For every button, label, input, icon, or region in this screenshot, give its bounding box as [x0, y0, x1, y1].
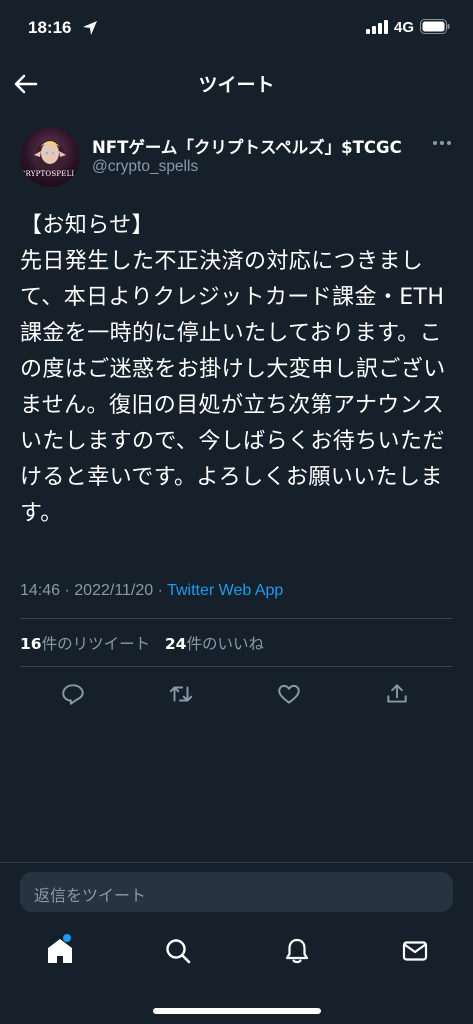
- cellular-signal-icon: [366, 20, 388, 34]
- avatar-character-icon: [34, 140, 66, 171]
- tab-home[interactable]: [45, 936, 75, 966]
- retweet-count-label: 件のリツイート: [41, 635, 151, 653]
- tweet-meta: 14:46 · 2022/11/20 · Twitter Web App: [20, 582, 283, 600]
- like-count-label: 件のいいね: [186, 635, 264, 653]
- avatar[interactable]: CRYPTOSPELLS: [20, 127, 80, 187]
- tab-notifications[interactable]: [282, 936, 312, 966]
- home-indicator: [153, 1008, 321, 1014]
- retweet-count: 16: [20, 635, 42, 653]
- reply-input[interactable]: 返信をツイート: [20, 872, 453, 912]
- divider: [0, 862, 473, 863]
- like-count-link[interactable]: 24件のいいね: [165, 635, 264, 653]
- like-count: 24: [164, 635, 187, 653]
- retweet-icon: [169, 686, 193, 702]
- share-button[interactable]: [384, 681, 410, 707]
- page-title: ツイート: [198, 74, 275, 96]
- tweet-source-link[interactable]: Twitter Web App: [167, 582, 283, 599]
- reply-placeholder: 返信をツイート: [34, 886, 147, 905]
- battery-icon: [420, 19, 450, 34]
- retweet-count-link[interactable]: 16件のリツイート: [20, 635, 150, 653]
- tweet-time: 14:46: [20, 582, 61, 599]
- location-arrow-icon: [83, 21, 97, 35]
- meta-separator: ·: [157, 582, 168, 599]
- status-bar: 18:16 4G: [0, 0, 473, 60]
- tab-messages[interactable]: [400, 936, 430, 966]
- like-icon: [278, 684, 300, 704]
- meta-separator: ·: [64, 582, 75, 599]
- notifications-icon: [285, 938, 309, 964]
- avatar-logo-text: CRYPTOSPELLS: [20, 170, 80, 178]
- notification-dot: [63, 934, 71, 942]
- share-icon: [387, 684, 407, 703]
- divider: [20, 666, 453, 667]
- divider: [20, 618, 453, 619]
- retweet-button[interactable]: [168, 681, 194, 707]
- status-time: 18:16: [28, 18, 72, 37]
- messages-icon: [402, 941, 428, 961]
- display-name[interactable]: NFTゲーム「クリプトスペルズ」$TCGC: [92, 134, 402, 158]
- tweet-text: 【お知らせ】 先日発生した不正決済の対応につきまして、本日よりクレジットカード課…: [20, 213, 446, 526]
- tab-search[interactable]: [163, 936, 193, 966]
- reply-button[interactable]: [60, 681, 86, 707]
- like-button[interactable]: [276, 681, 302, 707]
- engagement-counts: 16件のリツイート 24件のいいね: [20, 632, 264, 654]
- reply-icon: [62, 684, 84, 705]
- tweet-date: 2022/11/20: [74, 582, 154, 599]
- home-icon: [48, 939, 72, 963]
- more-options-icon[interactable]: [431, 136, 453, 150]
- search-icon: [166, 939, 191, 964]
- top-nav: ツイート: [0, 60, 473, 110]
- user-handle[interactable]: @crypto_spells: [92, 158, 198, 176]
- network-type: 4G: [394, 19, 415, 36]
